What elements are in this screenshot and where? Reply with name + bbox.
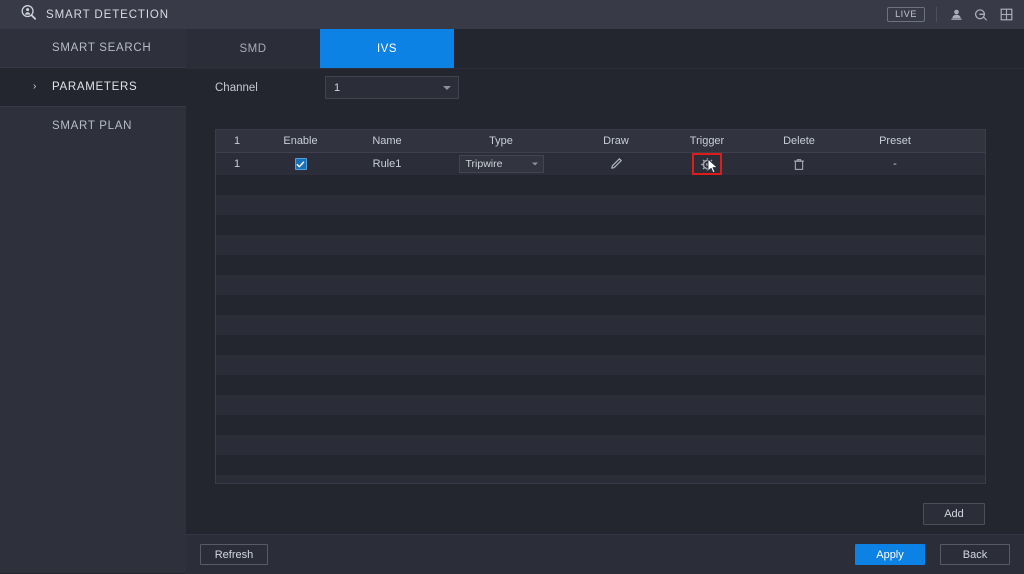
row-type-cell: Tripwire [431,153,571,175]
channel-label: Channel [215,81,258,94]
titlebar-controls: LIVE [887,0,1014,29]
table-empty-row [216,435,985,455]
bottom-bar: Refresh Apply Back [186,534,1024,574]
table-empty-row [216,395,985,415]
table-empty-row [216,195,985,215]
column-header-enable: Enable [283,135,318,147]
table-empty-row [216,175,985,195]
table-header-row: 1 Enable Name Type Draw Trigger Delete P… [216,130,985,153]
trash-icon[interactable] [791,156,807,172]
tab-smd[interactable]: SMD [186,29,320,68]
channel-select[interactable]: 1 [325,76,459,99]
smart-detection-window: SMART DETECTION LIVE SMART SEARCH › PARA… [0,0,1024,574]
column-header-type: Type [489,135,513,147]
table-empty-row [216,255,985,275]
table-empty-row [216,415,985,435]
channel-row: Channel 1 [215,76,459,99]
smart-detection-icon [20,4,37,26]
enable-checkbox[interactable] [294,158,307,170]
chevron-right-icon: › [33,81,38,92]
title-bar: SMART DETECTION LIVE [0,0,1024,30]
table-empty-row [216,275,985,295]
pencil-icon[interactable] [608,156,624,172]
sidebar-item-parameters[interactable]: › PARAMETERS [0,68,186,106]
row-enable-cell [258,153,343,175]
rule-type-select[interactable]: Tripwire [458,155,544,173]
table-empty-row [216,455,985,475]
refresh-button[interactable]: Refresh [200,544,268,565]
chevron-down-icon [531,162,538,166]
ivs-rules-table: 1 Enable Name Type Draw Trigger Delete P… [215,129,986,484]
table-empty-row [216,215,985,235]
sidebar-item-label: SMART PLAN [52,120,133,132]
tab-underline [186,68,1024,69]
live-badge[interactable]: LIVE [887,7,925,22]
table-empty-row [216,295,985,315]
column-header-preset: Preset [879,135,911,147]
apply-button[interactable]: Apply [855,544,925,565]
tab-bar: SMD IVS [186,29,454,70]
chevron-down-icon [443,85,451,90]
channel-value: 1 [334,81,341,94]
row-delete-cell [753,153,845,175]
column-header-index: 1 [233,135,241,147]
gear-icon[interactable] [699,156,715,172]
column-header-trigger: Trigger [689,135,725,147]
app-brand: SMART DETECTION [20,4,169,26]
grid-icon[interactable] [998,7,1014,23]
tab-ivs[interactable]: IVS [320,29,454,68]
column-header-delete: Delete [783,135,815,147]
trigger-highlight-box [692,153,722,175]
back-button[interactable]: Back [940,544,1010,565]
row-name[interactable]: Rule1 [343,158,431,170]
row-preset: - [893,158,897,170]
table-empty-row [216,335,985,355]
row-trigger-cell [661,153,753,175]
sidebar: SMART SEARCH › PARAMETERS SMART PLAN [0,29,186,573]
user-icon[interactable] [948,7,964,23]
app-title: SMART DETECTION [46,8,169,21]
table-empty-row [216,475,985,483]
table-empty-row [216,375,985,395]
logout-icon[interactable] [973,7,989,23]
table-empty-row [216,235,985,255]
add-button[interactable]: Add [923,503,985,525]
sidebar-item-smart-search[interactable]: SMART SEARCH [0,29,186,67]
sidebar-item-label: SMART SEARCH [52,42,152,54]
sidebar-item-label: PARAMETERS [52,81,138,93]
table-empty-row [216,355,985,375]
table-empty-row [216,315,985,335]
content-panel: SMD IVS Channel 1 1 Enable Name Type Dra… [186,29,1024,574]
sidebar-item-smart-plan[interactable]: SMART PLAN [0,107,186,145]
titlebar-divider [936,7,937,22]
row-index: 1 [233,158,241,170]
column-header-draw: Draw [603,135,629,147]
row-draw-cell [571,153,661,175]
table-row[interactable]: 1 Rule1 Tripwire - [216,153,985,175]
column-header-name: Name [372,135,402,147]
rule-type-value: Tripwire [465,158,503,170]
